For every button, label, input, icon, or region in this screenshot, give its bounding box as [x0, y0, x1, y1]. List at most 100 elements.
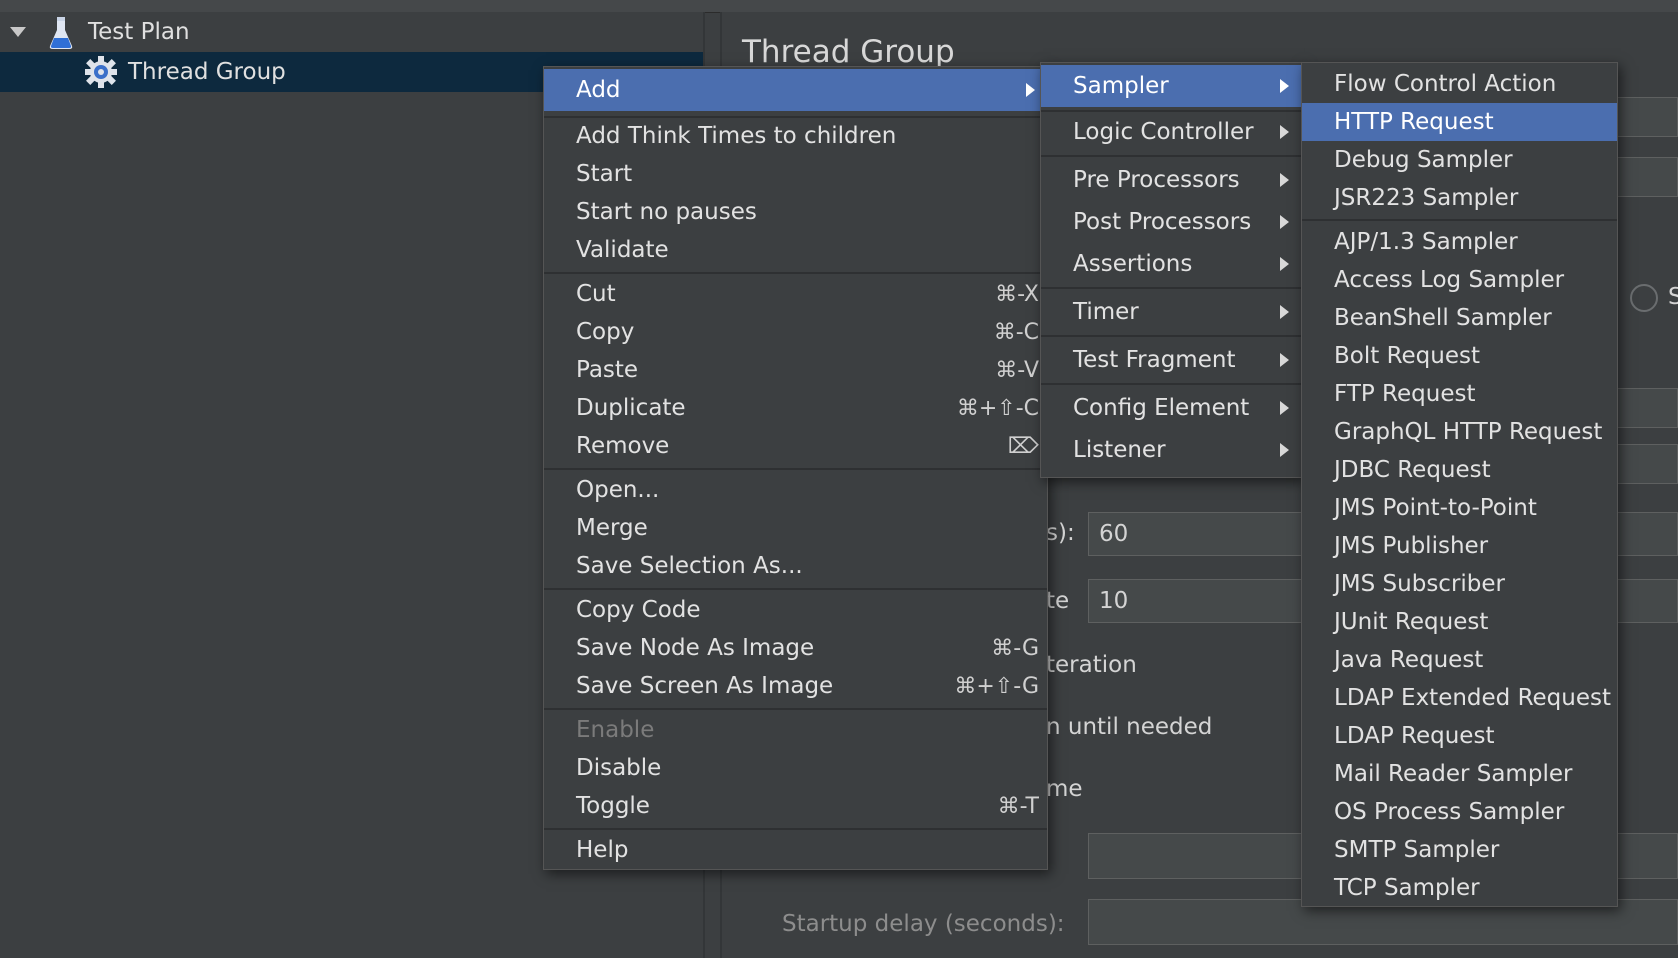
menu-item-remove[interactable]: Remove ⌦ — [544, 427, 1047, 465]
submenu-arrow-icon — [1280, 257, 1289, 271]
menu-item-label: Start no pauses — [576, 199, 757, 225]
threads-field[interactable] — [1608, 388, 1678, 428]
name-field[interactable] — [1608, 97, 1678, 137]
menu-item-label: Cut — [576, 281, 616, 307]
menu-item-disable[interactable]: Disable — [544, 749, 1047, 787]
menu-item-duplicate[interactable]: Duplicate ⌘+⇧-C — [544, 389, 1047, 427]
sampler-item-jms-publisher[interactable]: JMS Publisher — [1302, 527, 1617, 565]
menu-item-validate[interactable]: Validate — [544, 231, 1047, 269]
menu-item-label: LDAP Request — [1334, 723, 1495, 749]
submenu-arrow-icon — [1280, 305, 1289, 319]
sampler-item-java-request[interactable]: Java Request — [1302, 641, 1617, 679]
sampler-item-beanshell-sampler[interactable]: BeanShell Sampler — [1302, 299, 1617, 337]
menu-item-copy[interactable]: Copy ⌘-C — [544, 313, 1047, 351]
menu-item-paste[interactable]: Paste ⌘-V — [544, 351, 1047, 389]
sampler-item-access-log-sampler[interactable]: Access Log Sampler — [1302, 261, 1617, 299]
menu-separator — [544, 828, 1047, 830]
menu-item-label: Post Processors — [1073, 209, 1252, 235]
menu-item-shortcut: ⌘+⇧-C — [956, 395, 1039, 421]
menu-item-label: Bolt Request — [1334, 343, 1480, 369]
sampler-item-http-request[interactable]: HTTP Request — [1302, 103, 1617, 141]
menu-item-merge[interactable]: Merge — [544, 509, 1047, 547]
add-submenu: Sampler Logic Controller Pre Processors … — [1040, 62, 1302, 478]
expand-arrow-icon[interactable] — [10, 27, 26, 37]
submenu-item-sampler[interactable]: Sampler — [1041, 65, 1301, 107]
menu-separator — [1041, 383, 1301, 385]
submenu-item-timer[interactable]: Timer — [1041, 293, 1301, 331]
sampler-item-ldap-extended-request[interactable]: LDAP Extended Request — [1302, 679, 1617, 717]
submenu-item-pre-processors[interactable]: Pre Processors — [1041, 161, 1301, 199]
sampler-item-ajp-sampler[interactable]: AJP/1.3 Sampler — [1302, 223, 1617, 261]
submenu-item-assertions[interactable]: Assertions — [1041, 245, 1301, 283]
menu-item-label: Remove — [576, 433, 670, 459]
submenu-item-logic-controller[interactable]: Logic Controller — [1041, 113, 1301, 151]
sampler-item-jsr223-sampler[interactable]: JSR223 Sampler — [1302, 179, 1617, 217]
menu-item-label: SMTP Sampler — [1334, 837, 1500, 863]
sampler-item-jdbc-request[interactable]: JDBC Request — [1302, 451, 1617, 489]
ramp-field-ext[interactable] — [1608, 444, 1678, 484]
menu-item-start-no-pauses[interactable]: Start no pauses — [544, 193, 1047, 231]
tree-item-label: Test Plan — [88, 19, 190, 45]
menu-item-save-selection-as[interactable]: Save Selection As... — [544, 547, 1047, 585]
ramp-up-field[interactable]: 60 — [1088, 512, 1302, 556]
menu-item-add[interactable]: Add — [544, 69, 1047, 111]
menu-item-save-node-as-image[interactable]: Save Node As Image ⌘-G — [544, 629, 1047, 667]
menu-item-copy-code[interactable]: Copy Code — [544, 591, 1047, 629]
menu-item-label: Paste — [576, 357, 639, 383]
menu-item-label: Duplicate — [576, 395, 686, 421]
sampler-item-jms-subscriber[interactable]: JMS Subscriber — [1302, 565, 1617, 603]
radio-button[interactable] — [1630, 284, 1658, 312]
sampler-item-tcp-sampler[interactable]: TCP Sampler — [1302, 869, 1617, 907]
ramp-label: s): — [1046, 520, 1075, 546]
loop-count-field[interactable]: 10 — [1088, 579, 1302, 623]
menu-item-shortcut: ⌘-V — [995, 357, 1039, 383]
submenu-item-post-processors[interactable]: Post Processors — [1041, 203, 1301, 241]
menu-item-label: Sampler — [1073, 73, 1169, 99]
sampler-item-os-process-sampler[interactable]: OS Process Sampler — [1302, 793, 1617, 831]
menu-item-cut[interactable]: Cut ⌘-X — [544, 275, 1047, 313]
menu-item-add-think-times[interactable]: Add Think Times to children — [544, 117, 1047, 155]
submenu-item-listener[interactable]: Listener — [1041, 431, 1301, 469]
sampler-item-smtp-sampler[interactable]: SMTP Sampler — [1302, 831, 1617, 869]
menu-item-label: JMS Publisher — [1334, 533, 1489, 559]
menu-item-label: Test Fragment — [1073, 347, 1236, 373]
sampler-item-junit-request[interactable]: JUnit Request — [1302, 603, 1617, 641]
sampler-item-debug-sampler[interactable]: Debug Sampler — [1302, 141, 1617, 179]
menu-item-label: Start — [576, 161, 633, 187]
submenu-item-test-fragment[interactable]: Test Fragment — [1041, 341, 1301, 379]
sampler-item-mail-reader-sampler[interactable]: Mail Reader Sampler — [1302, 755, 1617, 793]
submenu-arrow-icon — [1280, 353, 1289, 367]
menu-item-label: Flow Control Action — [1334, 71, 1557, 97]
sampler-item-flow-control-action[interactable]: Flow Control Action — [1302, 65, 1617, 103]
tree-item-test-plan[interactable]: Test Plan — [0, 12, 703, 52]
menu-item-shortcut: ⌘-G — [991, 635, 1039, 661]
menu-item-toggle[interactable]: Toggle ⌘-T — [544, 787, 1047, 825]
menu-item-shortcut: ⌘+⇧-G — [954, 673, 1039, 699]
submenu-arrow-icon — [1280, 443, 1289, 457]
submenu-arrow-icon — [1280, 215, 1289, 229]
menu-item-help[interactable]: Help — [544, 831, 1047, 869]
menu-item-shortcut: ⌘-X — [995, 281, 1039, 307]
sampler-submenu: Flow Control Action HTTP Request Debug S… — [1301, 62, 1618, 907]
menu-item-open[interactable]: Open... — [544, 471, 1047, 509]
sampler-item-ldap-request[interactable]: LDAP Request — [1302, 717, 1617, 755]
menu-separator — [1041, 335, 1301, 337]
sampler-item-graphql-http-request[interactable]: GraphQL HTTP Request — [1302, 413, 1617, 451]
menu-item-start[interactable]: Start — [544, 155, 1047, 193]
submenu-arrow-icon — [1280, 401, 1289, 415]
menu-item-label: JMS Subscriber — [1334, 571, 1505, 597]
specify-lifetime-label: me — [1046, 776, 1083, 802]
comments-field[interactable] — [1608, 157, 1678, 197]
same-user-iteration-label: teration — [1046, 652, 1137, 678]
sampler-item-ftp-request[interactable]: FTP Request — [1302, 375, 1617, 413]
menu-item-label: TCP Sampler — [1334, 875, 1480, 901]
loop-count-field-right[interactable] — [1608, 579, 1678, 623]
menu-item-save-screen-as-image[interactable]: Save Screen As Image ⌘+⇧-G — [544, 667, 1047, 705]
submenu-arrow-icon — [1026, 83, 1035, 97]
submenu-item-config-element[interactable]: Config Element — [1041, 389, 1301, 427]
ramp-up-field-right[interactable] — [1608, 512, 1678, 556]
radio-label: S — [1668, 284, 1678, 310]
sampler-item-bolt-request[interactable]: Bolt Request — [1302, 337, 1617, 375]
page-title: Thread Group — [742, 34, 955, 70]
sampler-item-jms-point-to-point[interactable]: JMS Point-to-Point — [1302, 489, 1617, 527]
